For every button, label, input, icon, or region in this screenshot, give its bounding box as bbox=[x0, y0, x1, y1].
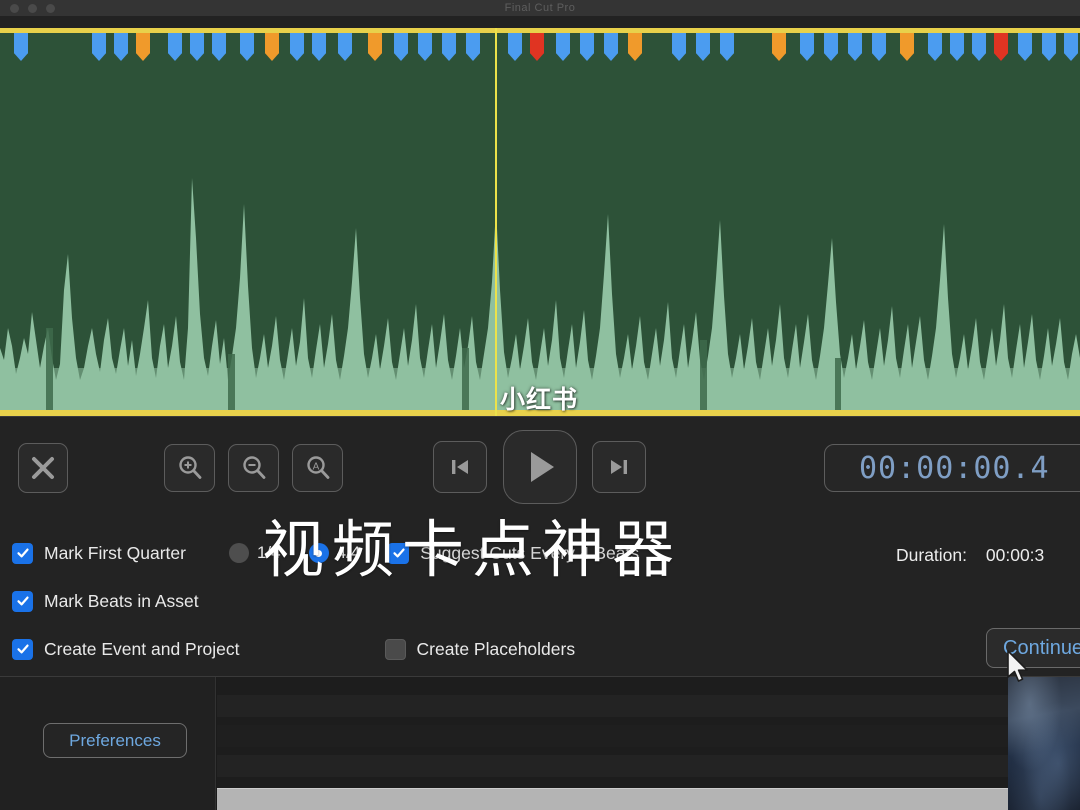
beat-marker[interactable] bbox=[168, 33, 182, 61]
beat-marker[interactable] bbox=[466, 33, 480, 61]
beat-marker[interactable] bbox=[1018, 33, 1032, 61]
beat-marker[interactable] bbox=[265, 33, 279, 61]
timeline-row bbox=[217, 725, 1008, 747]
beat-marker[interactable] bbox=[530, 33, 544, 61]
skip-to-end-icon bbox=[611, 460, 627, 474]
beat-marker[interactable] bbox=[394, 33, 408, 61]
close-x-icon bbox=[32, 457, 54, 479]
play-button[interactable] bbox=[503, 430, 577, 504]
watermark: 小红书 bbox=[500, 385, 579, 414]
beat-marker[interactable] bbox=[508, 33, 522, 61]
beat-marker[interactable] bbox=[580, 33, 594, 61]
label-create-placeholders: Create Placeholders bbox=[416, 638, 576, 659]
beat-marker[interactable] bbox=[14, 33, 28, 61]
label-mark-first-quarter: Mark First Quarter bbox=[44, 542, 186, 563]
checkbox-create-placeholders[interactable] bbox=[384, 638, 406, 660]
mouse-cursor bbox=[1007, 650, 1028, 682]
window-titlebar: Final Cut Pro bbox=[0, 0, 1080, 16]
beat-marker[interactable] bbox=[950, 33, 964, 61]
clip-thumbnail[interactable] bbox=[1008, 677, 1080, 810]
duration-readout: Duration: 00:00:3 bbox=[896, 545, 1044, 566]
magnifier-plus-icon bbox=[178, 456, 201, 479]
window-title: Final Cut Pro bbox=[504, 2, 576, 14]
radio-quarter-note[interactable] bbox=[228, 543, 249, 563]
beat-marker[interactable] bbox=[114, 33, 128, 61]
option-row-3: Create Event and Project Create Placehol… bbox=[0, 634, 1080, 664]
beat-marker[interactable] bbox=[212, 33, 226, 61]
beat-marker[interactable] bbox=[720, 33, 734, 61]
beat-marker[interactable] bbox=[136, 33, 150, 61]
close-button[interactable] bbox=[18, 443, 68, 493]
skip-to-start-icon bbox=[452, 460, 468, 474]
audio-waveform bbox=[0, 28, 1080, 416]
timeline-row bbox=[217, 695, 1008, 717]
magnifier-minus-icon bbox=[242, 456, 265, 479]
beat-marker[interactable] bbox=[368, 33, 382, 61]
preferences-button[interactable]: Preferences bbox=[43, 723, 187, 758]
beat-marker[interactable] bbox=[190, 33, 204, 61]
skip-to-end-button[interactable] bbox=[592, 441, 646, 493]
waveform-panel[interactable]: 小红书 bbox=[0, 28, 1080, 416]
play-icon bbox=[531, 452, 554, 482]
timeline-row bbox=[217, 755, 1008, 777]
beat-marker[interactable] bbox=[696, 33, 710, 61]
timecode-field[interactable]: 00:00:00.4 bbox=[824, 444, 1080, 492]
timeline-tracks[interactable] bbox=[217, 677, 1008, 810]
beat-marker[interactable] bbox=[338, 33, 352, 61]
beat-marker[interactable] bbox=[972, 33, 986, 61]
zoom-in-button[interactable] bbox=[164, 444, 215, 492]
svg-text:A: A bbox=[312, 462, 319, 473]
beat-marker[interactable] bbox=[900, 33, 914, 61]
beat-marker[interactable] bbox=[1042, 33, 1056, 61]
option-row-2: Mark Beats in Asset bbox=[0, 586, 1080, 616]
beat-markers[interactable] bbox=[0, 33, 1080, 63]
zoom-fit-button[interactable]: A bbox=[292, 444, 343, 492]
screenshot-root: Final Cut Pro 小红书 A 00:00:00.4 Mark Firs… bbox=[0, 0, 1080, 810]
zoom-out-button[interactable] bbox=[228, 444, 279, 492]
dialog-top-border bbox=[0, 416, 1080, 417]
check-icon bbox=[16, 644, 29, 654]
magnifier-a-icon: A bbox=[306, 456, 329, 479]
timeline-clip-bar[interactable] bbox=[217, 788, 1008, 810]
beat-marker[interactable] bbox=[848, 33, 862, 61]
beat-marker[interactable] bbox=[290, 33, 304, 61]
beat-marker[interactable] bbox=[672, 33, 686, 61]
label-mark-beats-in-asset: Mark Beats in Asset bbox=[44, 590, 199, 611]
beat-marker[interactable] bbox=[312, 33, 326, 61]
beat-marker[interactable] bbox=[442, 33, 456, 61]
check-icon bbox=[16, 596, 29, 606]
beat-marker[interactable] bbox=[824, 33, 838, 61]
check-icon bbox=[16, 548, 29, 558]
beat-marker[interactable] bbox=[240, 33, 254, 61]
duration-value: 00:00:3 bbox=[985, 545, 1045, 565]
beat-marker[interactable] bbox=[772, 33, 786, 61]
beat-marker[interactable] bbox=[418, 33, 432, 61]
duration-label: Duration: bbox=[896, 545, 968, 565]
beat-marker[interactable] bbox=[872, 33, 886, 61]
label-create-event-and-project: Create Event and Project bbox=[44, 638, 240, 659]
beat-marker[interactable] bbox=[92, 33, 106, 61]
beat-marker[interactable] bbox=[604, 33, 618, 61]
checkbox-mark-beats-in-asset[interactable] bbox=[12, 590, 33, 612]
skip-to-start-button[interactable] bbox=[433, 441, 487, 493]
checkbox-mark-first-quarter[interactable] bbox=[12, 542, 33, 564]
beat-marker[interactable] bbox=[928, 33, 942, 61]
beat-marker[interactable] bbox=[800, 33, 814, 61]
video-caption-overlay: 视频卡点神器 bbox=[262, 513, 683, 586]
beat-marker[interactable] bbox=[628, 33, 642, 61]
playhead[interactable] bbox=[495, 28, 497, 416]
beat-marker[interactable] bbox=[1064, 33, 1078, 61]
continue-button[interactable]: Continue bbox=[986, 628, 1080, 668]
checkbox-create-event-and-project[interactable] bbox=[12, 638, 33, 660]
beat-marker[interactable] bbox=[556, 33, 570, 61]
beat-marker[interactable] bbox=[994, 33, 1008, 61]
